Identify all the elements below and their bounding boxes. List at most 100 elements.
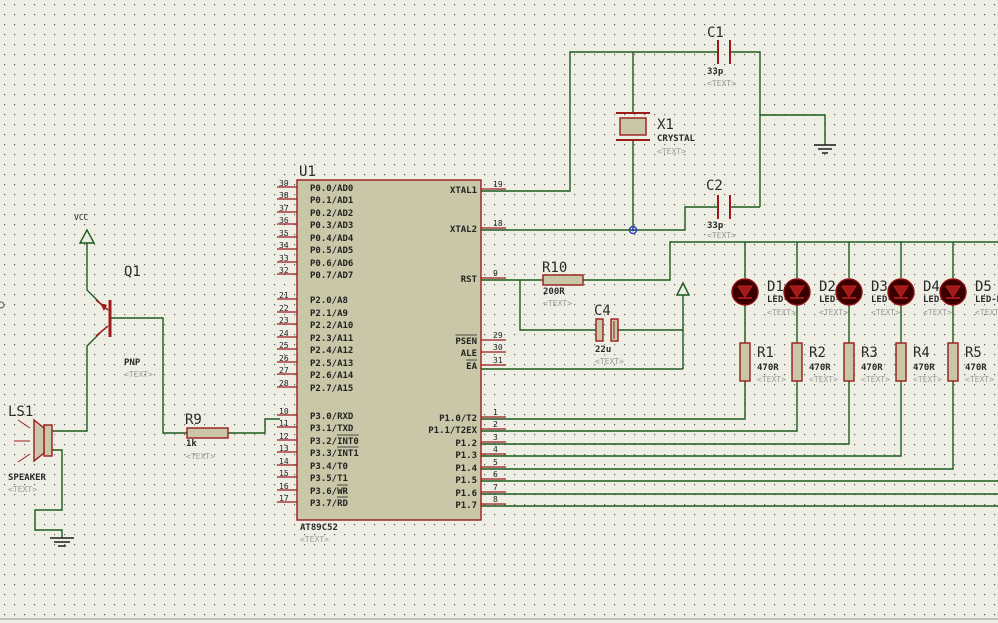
led-ref: D2: [819, 279, 836, 295]
mcu-pin-name: P1.1/T2EX: [428, 426, 477, 436]
junction-dot-center: [631, 228, 635, 232]
c1-ref: C1: [707, 25, 724, 41]
resistor-ref: R1: [757, 345, 774, 361]
mcu-pin-name: P3.5/T1: [310, 474, 348, 484]
mcu-pin-number: 24: [279, 329, 289, 338]
mcu-value: AT89C52: [300, 523, 338, 533]
mcu-pin-number: 39: [279, 179, 289, 188]
mcu-pin-name: P1.4: [455, 464, 477, 474]
mcu-pin-number: 16: [279, 482, 289, 491]
mcu-pin-name: PSEN: [455, 337, 477, 347]
q1-ref: Q1: [124, 264, 141, 280]
led-text: <TEXT>: [819, 308, 848, 317]
mcu-pin-number: 14: [279, 457, 289, 466]
led-ref: D5: [975, 279, 992, 295]
resistor-text: <TEXT>: [913, 375, 942, 384]
mcu-pin-name: P2.4/A12: [310, 346, 353, 356]
mcu-pin-number: 26: [279, 354, 289, 363]
resistor-value: 470R: [913, 363, 935, 373]
resistor-ref: R5: [965, 345, 982, 361]
mcu-pin-name: P2.5/A13: [310, 359, 353, 369]
r9-value: 1k: [186, 439, 197, 449]
mcu-pin-number: 38: [279, 191, 289, 200]
mcu-pin-name: P2.3/A11: [310, 334, 353, 344]
ls1-ref: LS1: [8, 404, 33, 420]
mcu-pin-number: 19: [493, 180, 503, 189]
led-text: <TEXT>: [767, 308, 796, 317]
mcu-pin-name: P1.3: [455, 451, 477, 461]
resistor-value: 470R: [965, 363, 987, 373]
r10-value: 200R: [543, 287, 565, 297]
mcu-pin-name: P2.1/A9: [310, 309, 348, 319]
mcu-pin-number: 36: [279, 216, 289, 225]
resistor-text: <TEXT>: [965, 375, 994, 384]
q1-text: <TEXT>: [124, 370, 153, 379]
led-ref: D1: [767, 279, 784, 295]
mcu-pin-name: P0.1/AD1: [310, 196, 353, 206]
mcu-ref: U1: [299, 164, 316, 180]
mcu-pin-name: XTAL1: [450, 186, 477, 196]
r10-ref: R10: [542, 260, 567, 276]
mcu-pin-name: P3.4/T0: [310, 462, 348, 472]
mcu-pin-number: 2: [493, 420, 498, 429]
mcu-pin-name: ALE: [461, 349, 477, 359]
mcu-pin-number: 15: [279, 469, 289, 478]
mcu-pin-name: RST: [461, 275, 478, 285]
c2-value: 33p: [707, 221, 724, 231]
x1-ref: X1: [657, 117, 674, 133]
mcu-pin-number: 29: [493, 331, 503, 340]
mcu-pin-number: 17: [279, 494, 289, 503]
mcu-pin-name: P0.7/AD7: [310, 271, 353, 281]
mcu-pin-number: 23: [279, 316, 289, 325]
q1-value: PNP: [124, 358, 141, 368]
mcu-pin-number: 28: [279, 379, 289, 388]
schematic-canvas[interactable]: 39P0.0/AD038P0.1/AD137P0.2/AD236P0.3/AD3…: [0, 0, 998, 623]
led-text: <TEXT>: [975, 308, 998, 317]
mcu-pin-number: 22: [279, 304, 289, 313]
mcu-text: <TEXT>: [300, 535, 329, 544]
mcu-pin-name: P2.2/A10: [310, 321, 353, 331]
led-text: <TEXT>: [923, 308, 952, 317]
mcu-pin-name: P2.0/A8: [310, 296, 348, 306]
mcu-pin-number: 4: [493, 445, 498, 454]
mcu-pin-number: 37: [279, 204, 289, 213]
mcu-pin-name: P3.2/INT0: [310, 437, 359, 447]
mcu-pin-name: P3.3/INT1: [310, 449, 359, 459]
mcu-pin-number: 12: [279, 432, 289, 441]
mcu-pin-number: 33: [279, 254, 289, 263]
mcu-pin-name: P0.3/AD3: [310, 221, 353, 231]
resistor-text: <TEXT>: [809, 375, 838, 384]
led-value: LED-RED: [975, 295, 998, 305]
mcu-pin-name: P1.7: [455, 501, 477, 511]
mcu-pin-name: P1.2: [455, 439, 477, 449]
led-ref: D3: [871, 279, 888, 295]
resistor-value: 470R: [861, 363, 883, 373]
c4-ref: C4: [594, 303, 611, 319]
x1-text: <TEXT>: [657, 147, 686, 156]
mcu-pin-name: P1.5: [455, 476, 477, 486]
mcu-pin-number: 27: [279, 366, 289, 375]
resistor-ref: R3: [861, 345, 878, 361]
led-ref: D4: [923, 279, 940, 295]
r9-ref: R9: [185, 412, 202, 428]
mcu-pin-name: P0.5/AD5: [310, 246, 353, 256]
mcu-pin-name: P0.4/AD4: [310, 234, 354, 244]
c4-text: <TEXT>: [595, 357, 624, 366]
c1-value: 33p: [707, 67, 724, 77]
mcu-pin-name: P3.1/TXD: [310, 424, 354, 434]
mcu-pin-name: P0.0/AD0: [310, 184, 353, 194]
mcu-pin-number: 8: [493, 495, 498, 504]
mcu-pin-number: 1: [493, 408, 498, 417]
mcu-pin-number: 3: [493, 433, 498, 442]
resistor-value: 470R: [809, 363, 831, 373]
mcu-pin-name: P2.7/A15: [310, 384, 353, 394]
mcu-u1[interactable]: 39P0.0/AD038P0.1/AD137P0.2/AD236P0.3/AD3…: [277, 164, 506, 544]
r9-text: <TEXT>: [186, 452, 215, 461]
mcu-pin-name: P3.6/WR: [310, 487, 349, 497]
mcu-pin-number: 30: [493, 343, 503, 352]
mcu-pin-number: 10: [279, 407, 289, 416]
resistor-ref: R2: [809, 345, 826, 361]
mcu-pin-number: 21: [279, 291, 289, 300]
mcu-pin-name: P0.6/AD6: [310, 259, 353, 269]
c2-ref: C2: [706, 178, 723, 194]
